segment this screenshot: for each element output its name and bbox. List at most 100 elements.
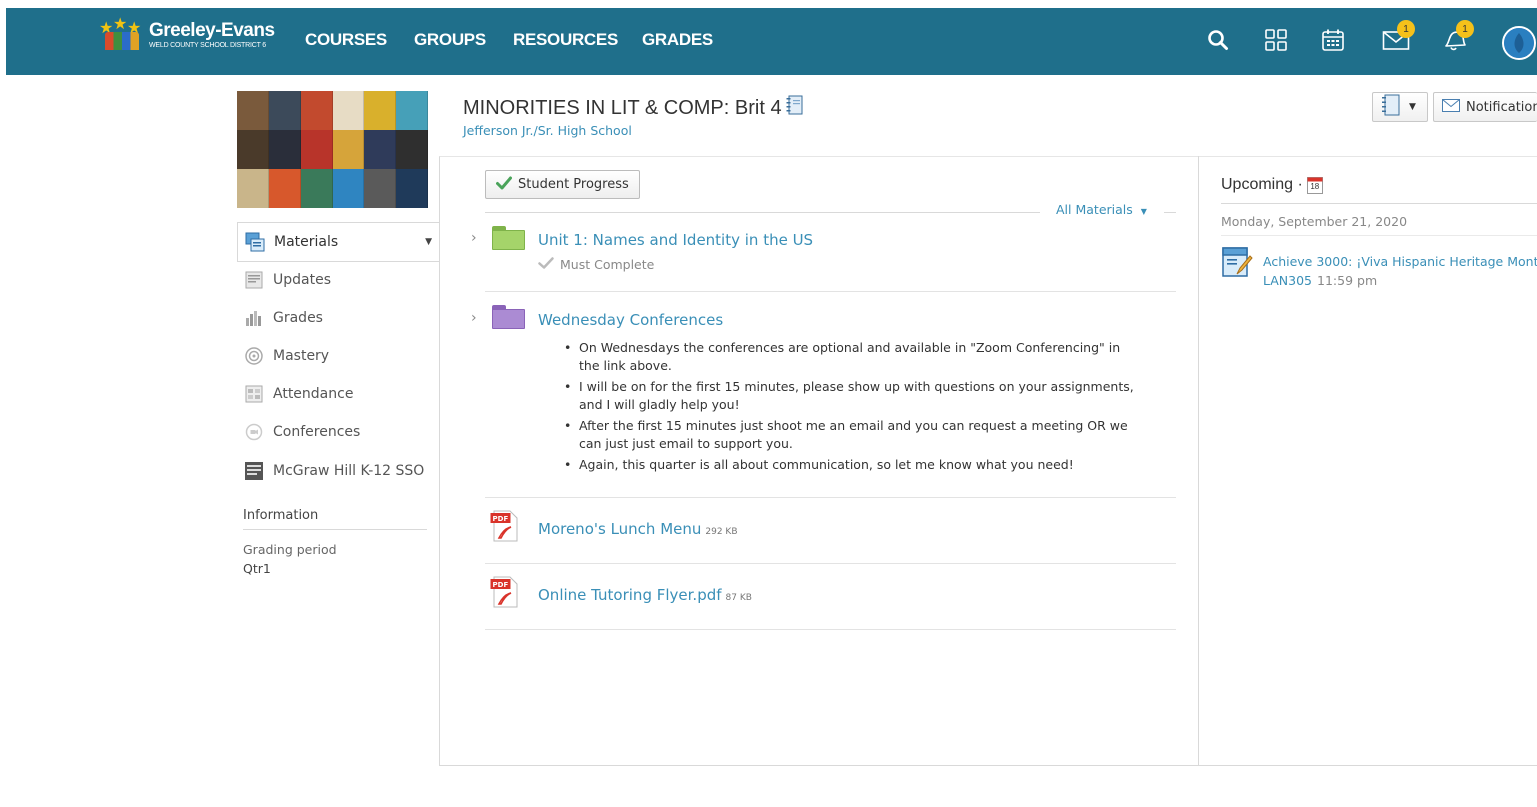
materials-icon [245, 232, 265, 252]
sidebar-item-mastery[interactable]: Mastery [237, 337, 440, 375]
sidebar-item-materials[interactable]: Materials ▼ [237, 222, 440, 262]
envelope-icon[interactable]: 1 [1381, 20, 1415, 56]
svg-text:PDF: PDF [493, 581, 509, 589]
course-title-text: MINORITIES IN LIT & COMP: Brit 4 [463, 96, 782, 119]
assignment-icon [1221, 246, 1253, 278]
upcoming-heading: Upcoming · 18 [1221, 176, 1323, 194]
grading-period-value: Qtr1 [243, 561, 271, 576]
calendar-icon[interactable]: 18 [1306, 176, 1323, 194]
mcgraw-hill-logo-icon [244, 461, 264, 481]
must-complete-label: Must Complete [560, 257, 655, 272]
course-options-button[interactable]: ▼ [1372, 92, 1428, 122]
upcoming-event-link[interactable]: Achieve 3000: ¡Viva Hispanic Heritage Mo… [1263, 254, 1537, 269]
brand-subtitle: WELD COUNTY SCHOOL DISTRICT 6 [149, 41, 266, 49]
expand-folder-icon[interactable]: › [471, 230, 477, 246]
folder-title-unit-1[interactable]: Unit 1: Names and Identity in the US [538, 231, 813, 249]
file-size: 87 KB [725, 593, 752, 603]
top-bar: ★ ★ ★ Greeley-Evans WELD COUNTY SCHOOL D… [0, 0, 1537, 76]
pdf-icon: PDF [490, 576, 520, 608]
student-progress-button[interactable]: Student Progress [485, 170, 640, 199]
divider [485, 563, 1176, 564]
must-complete-status: Must Complete [538, 257, 654, 272]
chevron-down-icon: ▼ [1409, 102, 1416, 112]
nav-courses[interactable]: COURSES [305, 30, 387, 50]
chevron-down-icon: ▼ [1140, 207, 1147, 216]
updates-icon [244, 270, 264, 290]
divider [485, 629, 1176, 630]
file-size: 292 KB [705, 527, 738, 537]
event-due-time: 11:59 pm [1317, 273, 1378, 288]
calendar-icon[interactable] [1318, 24, 1348, 56]
sidebar-item-label: Attendance [273, 386, 354, 402]
upcoming-title-text: Upcoming · [1221, 176, 1303, 193]
page-title: MINORITIES IN LIT & COMP: Brit 4 [463, 95, 804, 121]
nav-grades[interactable]: GRADES [642, 30, 713, 50]
list-item: After the first 15 minutes just shoot me… [562, 417, 1142, 453]
attendance-icon [244, 384, 264, 404]
sidebar-item-label: Mastery [273, 348, 330, 364]
pdf-icon: PDF [490, 510, 520, 542]
list-item: I will be on for the first 15 minutes, p… [562, 378, 1142, 414]
chevron-down-icon[interactable]: ▼ [425, 237, 432, 247]
conferences-icon [244, 422, 264, 442]
sidebar-item-conferences[interactable]: Conferences [237, 413, 440, 451]
mastery-target-icon [244, 346, 264, 366]
folder-icon [492, 226, 525, 250]
sidebar-item-updates[interactable]: Updates [237, 261, 440, 299]
logo-stars-icon: ★ ★ ★ [97, 16, 143, 52]
sidebar-item-label: McGraw Hill K-12 SSO [273, 463, 425, 479]
checkmark-icon [496, 176, 512, 194]
sidebar-item-label: Grades [273, 310, 323, 326]
information-heading: Information [243, 508, 427, 530]
list-item: Again, this quarter is all about communi… [562, 456, 1142, 474]
checkmark-icon [538, 257, 554, 272]
sidebar-item-grades[interactable]: Grades [237, 299, 440, 337]
expand-folder-icon[interactable]: › [471, 310, 477, 326]
upcoming-event-meta: LAN305 11:59 pm [1263, 273, 1377, 288]
search-icon[interactable] [1203, 24, 1233, 56]
file-title-text: Moreno's Lunch Menu [538, 520, 702, 538]
messages-badge: 1 [1397, 20, 1415, 38]
all-materials-label: All Materials [1056, 202, 1133, 217]
grading-period-label: Grading period [243, 542, 337, 557]
course-cover-image [237, 91, 428, 208]
envelope-icon [1442, 98, 1460, 116]
all-materials-dropdown[interactable]: All Materials ▼ [1056, 202, 1147, 217]
calendar-day-number: 18 [1310, 182, 1320, 191]
student-progress-label: Student Progress [518, 177, 629, 192]
notifications-badge: 1 [1456, 20, 1474, 38]
divider [1221, 203, 1537, 204]
grades-chart-icon [244, 308, 264, 328]
notebook-icon[interactable] [786, 95, 804, 121]
divider [485, 291, 1176, 292]
sidebar-item-label: Updates [273, 272, 331, 288]
folder-title-wednesday-conferences[interactable]: Wednesday Conferences [538, 311, 723, 329]
file-title-text: Online Tutoring Flyer.pdf [538, 586, 722, 604]
divider [1221, 235, 1537, 236]
notifications-button[interactable]: Notification [1433, 92, 1537, 122]
bell-icon[interactable]: 1 [1440, 20, 1474, 56]
sidebar-item-label: Conferences [273, 424, 361, 440]
sidebar-item-label: Materials [274, 234, 339, 250]
column-divider [1198, 156, 1199, 766]
nav-groups[interactable]: GROUPS [414, 30, 486, 50]
sidebar-item-mcgraw-hill[interactable]: McGraw Hill K-12 SSO [237, 452, 440, 490]
nav-resources[interactable]: RESOURCES [513, 30, 618, 50]
notifications-button-label: Notification [1466, 99, 1537, 115]
list-item: On Wednesdays the conferences are option… [562, 339, 1142, 375]
divider [485, 497, 1176, 498]
file-title-tutoring-flyer[interactable]: Online Tutoring Flyer.pdf 87 KB [538, 586, 752, 604]
event-section-link[interactable]: LAN305 [1263, 273, 1312, 288]
file-title-lunch-menu[interactable]: Moreno's Lunch Menu 292 KB [538, 520, 738, 538]
sidebar-item-attendance[interactable]: Attendance [237, 375, 440, 413]
svg-text:PDF: PDF [493, 515, 509, 523]
folder-description-list: On Wednesdays the conferences are option… [562, 339, 1142, 477]
notebook-icon [1381, 94, 1401, 120]
user-avatar[interactable] [1502, 26, 1536, 60]
course-school-link[interactable]: Jefferson Jr./Sr. High School [463, 123, 632, 138]
divider [1164, 212, 1176, 213]
folder-icon [492, 305, 525, 329]
district-logo[interactable]: ★ ★ ★ Greeley-Evans WELD COUNTY SCHOOL D… [97, 16, 275, 52]
divider [485, 212, 1040, 213]
apps-grid-icon[interactable] [1261, 24, 1291, 56]
